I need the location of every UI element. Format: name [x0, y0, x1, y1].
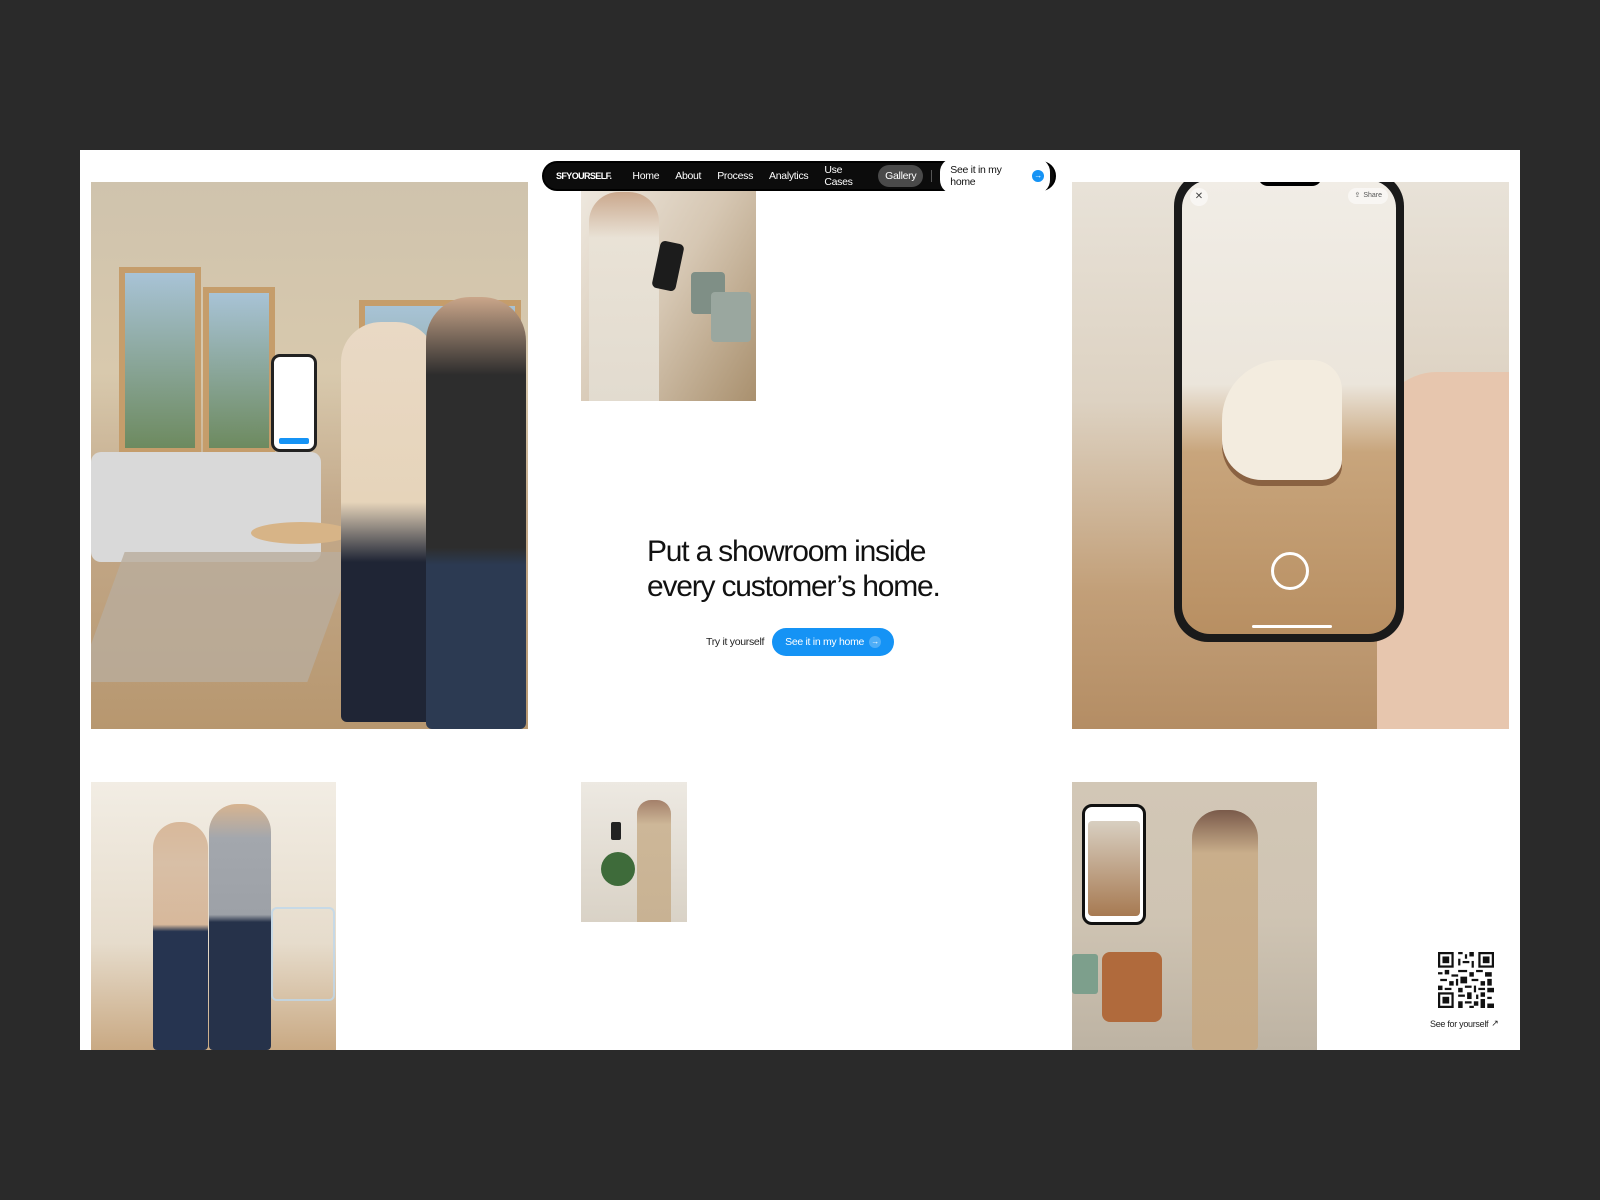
plant: [601, 852, 635, 886]
nav-see-it-button[interactable]: See it in my home →: [940, 158, 1050, 194]
photo-woman-showroom: [1072, 782, 1317, 1050]
woman-figure: [153, 822, 208, 1050]
window: [119, 267, 201, 454]
nav-link-process[interactable]: Process: [710, 165, 760, 187]
paint-can: [711, 292, 751, 342]
rug: [91, 552, 355, 682]
hero-title-line-1: Put a showroom inside: [647, 535, 926, 568]
hero-see-it-button[interactable]: See it in my home →: [772, 628, 895, 656]
hero-actions: Try it yourself See it in my home →: [706, 628, 895, 656]
window: [203, 287, 275, 454]
coffee-table: [251, 522, 351, 544]
man-figure: [209, 804, 271, 1050]
landing-page: ✕ ⇪ Share SFYOURSELF. Home About Process…: [80, 150, 1520, 1050]
woman-figure: [1192, 810, 1258, 1050]
share-button[interactable]: ⇪ Share: [1348, 188, 1388, 204]
home-indicator: [1252, 625, 1332, 628]
hero-title: Put a showroom inside every customer’s h…: [647, 534, 977, 604]
nav-link-use-cases[interactable]: Use Cases: [817, 159, 876, 193]
nav-link-home[interactable]: Home: [625, 165, 666, 187]
phone-frame: ✕ ⇪ Share: [1174, 182, 1404, 642]
nav-link-analytics[interactable]: Analytics: [762, 165, 815, 187]
ar-furniture-outline: [271, 907, 335, 1001]
share-icon: ⇪: [1354, 192, 1361, 199]
try-it-yourself-link[interactable]: Try it yourself: [706, 636, 764, 648]
hero-cta-label: See it in my home: [785, 636, 865, 648]
leather-chair: [1102, 952, 1162, 1022]
photo-woman-paint-store: [581, 182, 756, 401]
share-label: Share: [1363, 192, 1382, 199]
man-figure: [426, 297, 526, 729]
hero-section: Put a showroom inside every customer’s h…: [647, 534, 977, 604]
photo-woman-plant: [581, 782, 687, 922]
phone: [611, 822, 621, 840]
woman-figure: [637, 800, 671, 922]
floating-phone-mockup: [271, 354, 317, 452]
shutter-button[interactable]: [1271, 552, 1309, 590]
phone-screen: [1182, 182, 1396, 634]
paint-can: [1072, 954, 1098, 994]
sofa: [91, 452, 321, 562]
arrow-right-icon: →: [869, 636, 882, 648]
hero-title-line-2: every customer’s home.: [647, 570, 941, 603]
arrow-right-icon: →: [1032, 170, 1044, 182]
qr-caption-label: See for yourself: [1430, 1018, 1489, 1029]
phone-mockup: [1082, 804, 1146, 925]
arrow-up-right-icon: ↗: [1491, 1018, 1499, 1028]
see-for-yourself-link[interactable]: See for yourself ↗: [1430, 1018, 1499, 1029]
nav-link-gallery[interactable]: Gallery: [878, 165, 924, 187]
top-navbar: SFYOURSELF. Home About Process Analytics…: [542, 158, 1056, 194]
nav-cta-label: See it in my home: [950, 164, 1002, 188]
photo-couple-living-room: [91, 182, 528, 729]
chair: [1222, 360, 1342, 480]
brand-logo[interactable]: SFYOURSELF.: [556, 171, 612, 181]
qr-code[interactable]: [1438, 952, 1494, 1008]
woman-figure: [589, 192, 659, 401]
dynamic-island: [1258, 182, 1322, 186]
woman-figure: [341, 322, 436, 722]
close-icon[interactable]: ✕: [1190, 188, 1208, 206]
nav-links: Home About Process Analytics Use Cases G…: [625, 159, 924, 193]
nav-divider: [931, 170, 933, 182]
nav-link-about[interactable]: About: [668, 165, 708, 187]
photo-couple-empty-room: [91, 782, 336, 1050]
photo-ar-chair-phone: ✕ ⇪ Share: [1072, 182, 1509, 729]
